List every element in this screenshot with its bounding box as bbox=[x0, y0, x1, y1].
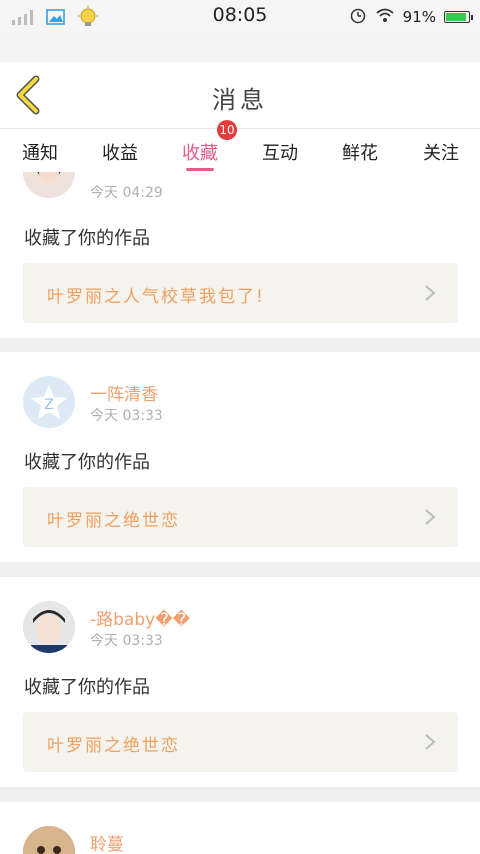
tab-bar: 通知 收益 收藏 互动 鲜花 关注 bbox=[0, 128, 480, 173]
unread-badge: 10 bbox=[217, 120, 237, 140]
action-text: 收藏了你的作品 bbox=[24, 228, 150, 249]
work-title: 叶罗丽之人气校草我包了! bbox=[47, 287, 265, 307]
top-spacer bbox=[0, 32, 480, 62]
page-title: 消息 bbox=[212, 86, 268, 114]
user-name[interactable]: -路baby�� bbox=[90, 605, 190, 630]
timestamp: 今天 04:29 bbox=[90, 185, 163, 201]
work-link[interactable]: 叶罗丽之人气校草我包了! bbox=[23, 263, 458, 323]
chevron-right-icon bbox=[425, 509, 436, 525]
svg-text:Z: Z bbox=[44, 397, 54, 413]
list-item: Z 一阵清香 今天 03:33 收藏了你的作品 叶罗丽之绝世恋 bbox=[0, 352, 480, 562]
tab-interaction[interactable]: 互动 bbox=[250, 139, 310, 165]
battery-icon bbox=[444, 11, 473, 23]
action-text: 收藏了你的作品 bbox=[24, 677, 150, 698]
tab-flowers[interactable]: 鲜花 bbox=[330, 139, 390, 165]
tab-notice[interactable]: 通知 bbox=[10, 139, 70, 165]
battery-percent: 91% bbox=[402, 8, 436, 26]
work-link[interactable]: 叶罗丽之绝世恋 bbox=[23, 712, 458, 772]
message-list: 今天 04:29 收藏了你的作品 叶罗丽之人气校草我包了! Z 一阵清香 今天 … bbox=[0, 172, 480, 854]
tab-favorites[interactable]: 收藏 bbox=[170, 139, 230, 165]
default-avatar-icon: Z bbox=[23, 376, 75, 428]
alarm-icon bbox=[349, 6, 367, 28]
list-item: 聆蔓 bbox=[0, 802, 480, 854]
status-bar: 08:05 91% bbox=[0, 0, 480, 32]
timestamp: 今天 03:33 bbox=[90, 408, 163, 424]
user-name[interactable]: 聆蔓 bbox=[90, 830, 124, 854]
work-title: 叶罗丽之绝世恋 bbox=[47, 736, 180, 756]
avatar[interactable] bbox=[23, 172, 75, 198]
user-name[interactable]: 一阵清香 bbox=[90, 380, 158, 405]
work-link[interactable]: 叶罗丽之绝世恋 bbox=[23, 487, 458, 547]
active-tab-indicator bbox=[186, 168, 214, 171]
avatar[interactable] bbox=[23, 601, 75, 653]
avatar[interactable]: Z bbox=[23, 376, 75, 428]
chevron-right-icon bbox=[425, 285, 436, 301]
list-item: 今天 04:29 收藏了你的作品 叶罗丽之人气校草我包了! bbox=[0, 172, 480, 338]
tab-earnings[interactable]: 收益 bbox=[90, 139, 150, 165]
action-text: 收藏了你的作品 bbox=[24, 452, 150, 473]
tab-follow[interactable]: 关注 bbox=[411, 139, 471, 165]
wifi-icon bbox=[375, 7, 395, 27]
header-bar: 消息 bbox=[0, 62, 480, 128]
work-title: 叶罗丽之绝世恋 bbox=[47, 511, 180, 531]
chevron-right-icon bbox=[425, 734, 436, 750]
avatar[interactable] bbox=[23, 826, 75, 854]
timestamp: 今天 03:33 bbox=[90, 633, 163, 649]
list-item: -路baby�� 今天 03:33 收藏了你的作品 叶罗丽之绝世恋 bbox=[0, 577, 480, 787]
